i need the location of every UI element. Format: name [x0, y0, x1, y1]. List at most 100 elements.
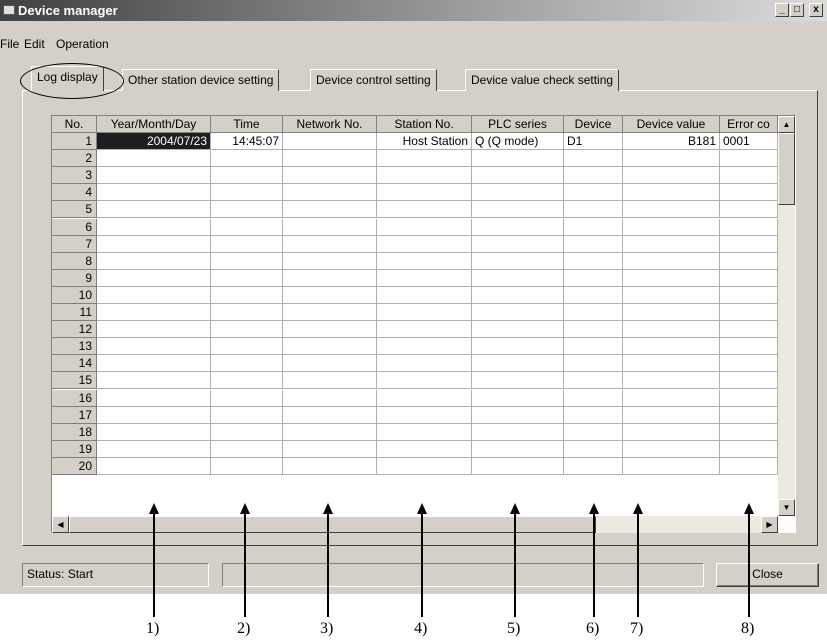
table-cell-device[interactable]	[564, 372, 623, 390]
table-cell-plc-series[interactable]	[472, 269, 564, 287]
table-cell-network[interactable]	[283, 252, 377, 270]
maximize-button[interactable]: □	[790, 3, 804, 17]
table-cell-plc-series[interactable]	[472, 423, 564, 441]
table-cell-network[interactable]	[283, 355, 377, 373]
table-cell-plc-series[interactable]: Q (Q mode)	[472, 133, 564, 150]
table-cell-time[interactable]	[211, 372, 283, 390]
table-cell-time[interactable]	[211, 321, 283, 339]
table-cell-station[interactable]	[377, 440, 472, 458]
table-cell-time[interactable]: 14:45:07	[211, 133, 283, 150]
table-cell-time[interactable]	[211, 218, 283, 236]
table-cell-plc-series[interactable]	[472, 406, 564, 424]
scroll-left-icon[interactable]: ◀	[52, 516, 69, 533]
row-number[interactable]: 9	[52, 269, 97, 287]
table-cell-station[interactable]	[377, 372, 472, 390]
table-cell-time[interactable]	[211, 423, 283, 441]
row-number[interactable]: 19	[52, 440, 97, 458]
table-cell-date[interactable]	[97, 321, 211, 339]
minimize-button[interactable]: _	[775, 3, 789, 17]
table-cell-device-value[interactable]	[623, 338, 720, 356]
row-number[interactable]: 11	[52, 304, 97, 321]
table-cell-network[interactable]	[283, 457, 377, 475]
table-cell-device[interactable]	[564, 184, 623, 202]
menu-edit[interactable]: Edit	[24, 37, 45, 51]
table-cell-device[interactable]	[564, 406, 623, 424]
table-cell-date[interactable]	[97, 389, 211, 407]
column-header-error-code[interactable]: Error co	[720, 116, 778, 133]
scroll-down-icon[interactable]: ▼	[778, 499, 795, 516]
table-cell-date[interactable]	[97, 338, 211, 356]
table-cell-station[interactable]	[377, 457, 472, 475]
table-cell-error-code[interactable]	[720, 355, 778, 373]
column-header-network[interactable]: Network No.	[283, 116, 377, 133]
column-header-no[interactable]: No.	[52, 116, 97, 133]
table-cell-device-value[interactable]	[623, 201, 720, 219]
table-cell-network[interactable]	[283, 304, 377, 321]
table-cell-date[interactable]	[97, 167, 211, 185]
table-cell-station[interactable]	[377, 269, 472, 287]
tab-device-value-check-setting[interactable]: Device value check setting	[465, 69, 620, 91]
table-cell-error-code[interactable]	[720, 423, 778, 441]
table-cell-plc-series[interactable]	[472, 167, 564, 185]
table-cell-error-code[interactable]	[720, 389, 778, 407]
row-number[interactable]: 16	[52, 389, 97, 407]
table-cell-network[interactable]	[283, 235, 377, 253]
table-cell-device[interactable]	[564, 150, 623, 168]
table-cell-device[interactable]	[564, 252, 623, 270]
table-cell-time[interactable]	[211, 304, 283, 321]
table-cell-plc-series[interactable]	[472, 150, 564, 168]
table-cell-station[interactable]	[377, 150, 472, 168]
table-cell-error-code[interactable]	[720, 235, 778, 253]
table-cell-error-code[interactable]	[720, 321, 778, 339]
table-cell-error-code[interactable]	[720, 440, 778, 458]
table-cell-device-value[interactable]	[623, 184, 720, 202]
table-cell-station[interactable]	[377, 355, 472, 373]
row-number[interactable]: 3	[52, 167, 97, 185]
table-cell-station[interactable]	[377, 321, 472, 339]
table-cell-error-code[interactable]	[720, 372, 778, 390]
table-cell-time[interactable]	[211, 184, 283, 202]
table-cell-station[interactable]	[377, 235, 472, 253]
table-cell-date[interactable]	[97, 235, 211, 253]
table-cell-device-value[interactable]	[623, 457, 720, 475]
row-number[interactable]: 2	[52, 150, 97, 168]
table-cell-station[interactable]	[377, 201, 472, 219]
table-cell-error-code[interactable]	[720, 304, 778, 321]
table-cell-time[interactable]	[211, 167, 283, 185]
table-cell-network[interactable]	[283, 423, 377, 441]
table-cell-device[interactable]	[564, 286, 623, 304]
row-number[interactable]: 14	[52, 355, 97, 373]
table-cell-network[interactable]	[283, 389, 377, 407]
table-cell-device[interactable]	[564, 218, 623, 236]
table-cell-time[interactable]	[211, 269, 283, 287]
table-cell-station[interactable]	[377, 406, 472, 424]
column-header-time[interactable]: Time	[211, 116, 283, 133]
table-cell-network[interactable]	[283, 133, 377, 150]
table-cell-device-value[interactable]	[623, 304, 720, 321]
row-number[interactable]: 4	[52, 184, 97, 202]
table-cell-plc-series[interactable]	[472, 389, 564, 407]
row-number[interactable]: 13	[52, 338, 97, 356]
table-cell-date[interactable]	[97, 355, 211, 373]
table-cell-device[interactable]	[564, 440, 623, 458]
table-cell-station[interactable]	[377, 184, 472, 202]
column-header-device[interactable]: Device	[564, 116, 623, 133]
table-cell-error-code[interactable]	[720, 167, 778, 185]
table-cell-device-value[interactable]	[623, 252, 720, 270]
table-cell-time[interactable]	[211, 150, 283, 168]
table-cell-device[interactable]	[564, 304, 623, 321]
table-cell-time[interactable]	[211, 286, 283, 304]
horizontal-scroll-thumb[interactable]	[69, 516, 596, 533]
table-cell-station[interactable]	[377, 167, 472, 185]
table-cell-station[interactable]	[377, 252, 472, 270]
row-number[interactable]: 15	[52, 372, 97, 390]
table-cell-plc-series[interactable]	[472, 201, 564, 219]
table-cell-device[interactable]	[564, 167, 623, 185]
row-number[interactable]: 20	[52, 457, 97, 475]
table-cell-device-value[interactable]	[623, 355, 720, 373]
table-cell-station[interactable]	[377, 286, 472, 304]
table-cell-device[interactable]	[564, 423, 623, 441]
tab-device-control-setting[interactable]: Device control setting	[310, 69, 437, 91]
table-cell-device-value[interactable]	[623, 406, 720, 424]
table-cell-plc-series[interactable]	[472, 321, 564, 339]
